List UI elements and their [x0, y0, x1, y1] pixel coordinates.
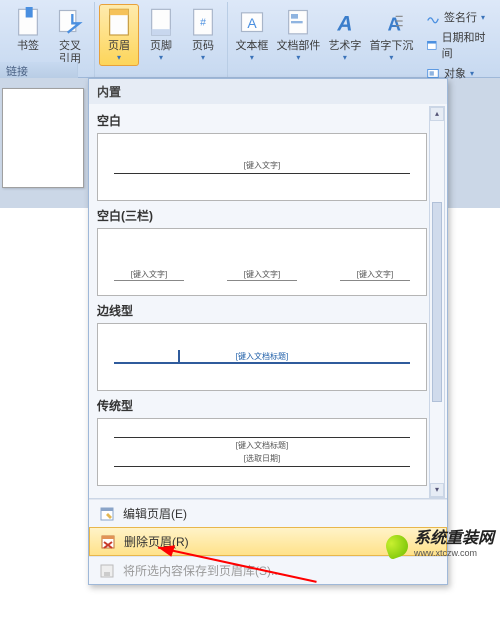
ribbon-group-labels: 链接	[0, 62, 500, 78]
header-gallery-dropdown: 内置 空白 [键入文字] 空白(三栏) [键入文字] [键入文字] [键入文字]…	[88, 78, 448, 585]
ribbon: 书签 交叉 引用 页眉 ▾ 页脚 ▾ # 页码	[0, 0, 500, 78]
signature-icon	[426, 10, 440, 24]
template-preview-trad[interactable]: [键入文档标题] [选取日期]	[97, 418, 427, 486]
edit-header-item[interactable]: 编辑页眉(E)	[89, 499, 447, 527]
crossref-button[interactable]: 交叉 引用	[50, 4, 90, 70]
edit-header-label: 编辑页眉(E)	[123, 505, 187, 522]
docparts-button[interactable]: 文档部件 ▾	[274, 4, 323, 66]
template-preview-blank[interactable]: [键入文字]	[97, 133, 427, 201]
template-preview-blank3[interactable]: [键入文字] [键入文字] [键入文字]	[97, 228, 427, 296]
document-page[interactable]	[2, 88, 84, 188]
svg-text:A: A	[336, 12, 352, 35]
chevron-down-icon: ▾	[117, 54, 121, 62]
chevron-down-icon: ▾	[250, 54, 254, 62]
template-title-border: 边线型	[97, 302, 427, 319]
watermark-url: www.xtczw.com	[414, 546, 494, 560]
dropcap-label: 首字下沉	[369, 40, 413, 53]
datetime-label: 日期和时间	[442, 29, 487, 61]
template-preview-border[interactable]: [键入文档标题]	[97, 323, 427, 391]
template-title-blank3: 空白(三栏)	[97, 207, 427, 224]
crossref-icon	[56, 8, 84, 38]
chevron-down-icon: ▾	[159, 54, 163, 62]
datetime-item[interactable]: 日期和时间	[424, 28, 489, 62]
scroll-down-button[interactable]: ▾	[430, 483, 444, 497]
chevron-down-icon: ▾	[201, 54, 205, 62]
bookmark-icon	[14, 8, 42, 38]
template-title-blank: 空白	[97, 112, 427, 129]
wordart-button[interactable]: A 艺术字 ▾	[325, 4, 365, 66]
remove-header-label: 删除页眉(R)	[124, 533, 189, 550]
watermark-text: 系统重装网	[414, 532, 494, 546]
bookmark-label: 书签	[17, 40, 39, 53]
remove-header-icon	[100, 534, 116, 550]
pagenum-button[interactable]: # 页码 ▾	[183, 4, 223, 66]
textbox-label: 文本框	[235, 40, 268, 53]
textbox-icon: A	[238, 8, 266, 38]
docparts-icon	[284, 8, 312, 38]
svg-text:A: A	[247, 15, 257, 31]
gallery-scrollbar[interactable]: ▴ ▾	[429, 106, 445, 498]
dropcap-button[interactable]: A 首字下沉 ▾	[367, 4, 416, 66]
template-placeholder: [键入文字]	[227, 269, 297, 281]
header-button[interactable]: 页眉 ▾	[99, 4, 139, 66]
svg-text:#: #	[200, 17, 206, 28]
calendar-icon	[426, 38, 438, 52]
chevron-down-icon: ▾	[389, 54, 393, 62]
edit-header-icon	[99, 506, 115, 522]
scroll-thumb[interactable]	[432, 202, 442, 402]
scroll-up-button[interactable]: ▴	[430, 107, 444, 121]
header-label: 页眉	[108, 40, 130, 53]
save-gallery-icon	[99, 563, 115, 579]
save-to-gallery-item: 将所选内容保存到页眉库(S)...	[89, 556, 447, 584]
signature-line-item[interactable]: 签名行▾	[424, 8, 489, 26]
textbox-button[interactable]: A 文本框 ▾	[232, 4, 272, 66]
group-label-links: 链接	[0, 62, 78, 78]
template-placeholder: [键入文档标题]	[236, 351, 288, 362]
wordart-label: 艺术字	[328, 40, 361, 53]
gallery-section-builtin: 内置	[89, 79, 447, 104]
chevron-down-icon: ▾	[296, 54, 300, 62]
footer-icon	[147, 8, 175, 38]
chevron-down-icon: ▾	[343, 54, 347, 62]
docparts-label: 文档部件	[276, 40, 320, 53]
watermark: 系统重装网 www.xtczw.com	[386, 532, 494, 560]
watermark-logo-icon	[383, 532, 411, 560]
signature-label: 签名行	[444, 9, 477, 25]
dropcap-icon: A	[377, 8, 405, 38]
template-placeholder: [键入文字]	[340, 269, 410, 281]
bookmark-button[interactable]: 书签	[8, 4, 48, 57]
template-placeholder: [选取日期]	[244, 453, 280, 464]
gallery-scroll-area: 空白 [键入文字] 空白(三栏) [键入文字] [键入文字] [键入文字] 边线…	[89, 104, 447, 499]
header-icon	[105, 8, 133, 38]
footer-label: 页脚	[150, 40, 172, 53]
footer-button[interactable]: 页脚 ▾	[141, 4, 181, 66]
wordart-icon: A	[331, 8, 359, 38]
template-placeholder: [键入文档标题]	[236, 440, 288, 451]
pagenum-label: 页码	[192, 40, 214, 53]
template-title-trad: 传统型	[97, 397, 427, 414]
template-placeholder: [键入文字]	[114, 269, 184, 281]
template-placeholder: [键入文字]	[114, 160, 410, 171]
pagenum-icon: #	[189, 8, 217, 38]
save-to-gallery-label: 将所选内容保存到页眉库(S)...	[123, 562, 281, 579]
